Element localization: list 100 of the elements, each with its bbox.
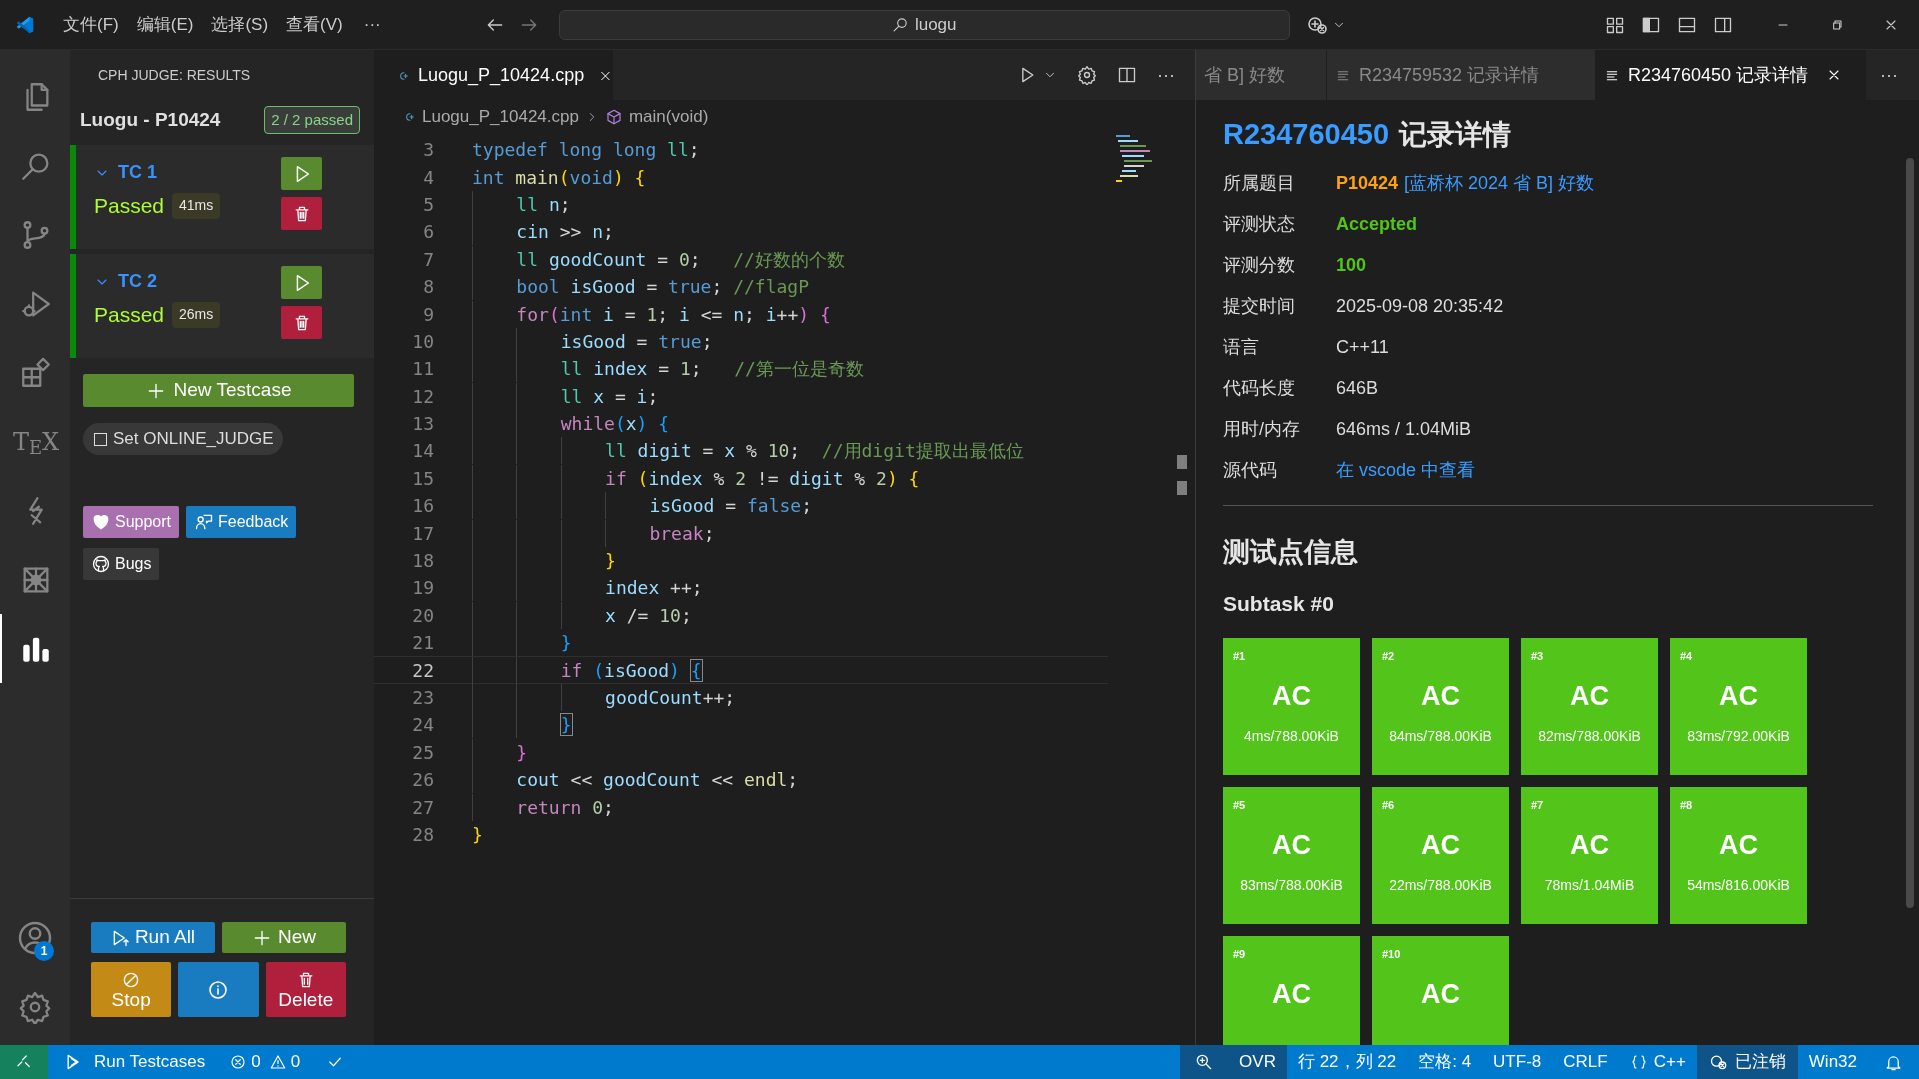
online-judge-toggle[interactable]: Set ONLINE_JUDGE xyxy=(83,423,283,455)
menu-item[interactable]: 文件(F) xyxy=(54,11,128,38)
status-item[interactable]: 空格: 4 xyxy=(1407,1045,1483,1079)
field-label: 代码长度 xyxy=(1223,376,1296,400)
case-number: #5 xyxy=(1233,797,1246,812)
gear-icon[interactable] xyxy=(1077,65,1097,85)
feedback-button[interactable]: Feedback xyxy=(186,506,297,538)
extensions-icon[interactable] xyxy=(19,355,53,390)
field-label: 源代码 xyxy=(1223,458,1278,482)
testcase-result-card[interactable]: #9 AC xyxy=(1223,935,1360,1045)
source-link[interactable]: 在 vscode 中查看 xyxy=(1336,456,1476,484)
field-label: 语言 xyxy=(1223,335,1260,359)
notification-badge: 1 xyxy=(34,941,54,961)
code-line: bool isGood = true; //flagP xyxy=(472,273,809,301)
support-button[interactable]: Support xyxy=(83,506,180,538)
status-item[interactable]: Win32 xyxy=(1797,1045,1868,1079)
code-line: int main(void) { xyxy=(472,165,646,190)
menu-item[interactable]: 查看(V) xyxy=(277,11,352,38)
tex-icon[interactable]: T$_{E}$X xyxy=(12,423,60,460)
preview-tab[interactable]: R234760450 记录详情 xyxy=(1596,50,1866,100)
checkbox-label[interactable]: Set ONLINE_JUDGE xyxy=(113,426,274,452)
split-editor-icon[interactable] xyxy=(1117,65,1137,85)
code-line: } xyxy=(472,738,528,766)
case-number: #9 xyxy=(1233,946,1246,961)
menu-item[interactable]: 选择(S) xyxy=(202,11,278,38)
preview-tab[interactable]: 省 B] 好数 xyxy=(1196,50,1327,100)
problems-button[interactable]: 0 0 xyxy=(229,1049,301,1075)
code-line: if (isGood) { xyxy=(472,656,702,684)
line-number: 13 xyxy=(411,412,434,437)
code-line: ll n; xyxy=(472,190,571,218)
status-item[interactable]: OVR xyxy=(1228,1045,1287,1079)
code-line: ll goodCount = 0; //好数的个数 xyxy=(472,245,845,273)
stop-button[interactable]: Stop xyxy=(91,962,172,1017)
case-verdict: AC xyxy=(1719,829,1758,860)
new-button[interactable]: New xyxy=(222,922,346,953)
search-field[interactable]: luogu xyxy=(558,9,1290,40)
testcase-name[interactable]: TC 2 xyxy=(118,268,157,295)
case-number: #2 xyxy=(1382,648,1395,663)
testcase-result-card[interactable]: #2 AC 84ms/788.00KiB xyxy=(1372,637,1509,775)
field-value: 646ms / 1.04MiB xyxy=(1336,417,1472,441)
run-button[interactable] xyxy=(281,157,322,190)
case-number: #4 xyxy=(1680,648,1693,663)
case-verdict: AC xyxy=(1421,680,1460,711)
field-label: 用时/内存 xyxy=(1223,417,1301,441)
testcase-result-card[interactable]: #6 AC 22ms/788.00KiB xyxy=(1372,786,1509,924)
account-icon[interactable] xyxy=(17,919,53,956)
error-icon xyxy=(229,1053,248,1071)
line-number: 11 xyxy=(411,357,434,382)
case-number: #10 xyxy=(1382,946,1401,961)
preview-tab[interactable]: R234759532 记录详情 xyxy=(1327,50,1596,100)
section-heading: 测试点信息 xyxy=(1223,535,1359,569)
status-item[interactable]: 行 22，列 22 xyxy=(1286,1045,1408,1079)
checkbox[interactable] xyxy=(94,432,107,446)
line-number: 6 xyxy=(422,220,434,245)
testcase-result-card[interactable]: #10 AC xyxy=(1372,935,1509,1045)
more-actions[interactable]: ··· xyxy=(1880,61,1898,89)
breadcrumb-item[interactable]: Luogu_P_10424.cpp xyxy=(422,103,579,130)
more-actions[interactable]: ··· xyxy=(1157,61,1175,89)
scrollbar[interactable] xyxy=(1177,455,1187,495)
bugs-button[interactable]: Bugs xyxy=(83,548,160,580)
delete-button[interactable]: Delete xyxy=(265,962,346,1017)
testcase-name[interactable]: TC 1 xyxy=(118,159,157,186)
panel-title: CPH JUDGE: RESULTS xyxy=(97,65,252,85)
breadcrumb-item[interactable]: main(void) xyxy=(628,103,709,130)
run-all-button[interactable]: Run All xyxy=(91,922,215,953)
testcase-result-card[interactable]: #8 AC 54ms/816.00KiB xyxy=(1670,786,1807,924)
delete-button[interactable] xyxy=(281,306,322,339)
status-item[interactable]: CRLF xyxy=(1552,1045,1619,1079)
line-number: 28 xyxy=(411,822,434,847)
run-button[interactable] xyxy=(281,266,322,299)
zoom-button[interactable] xyxy=(1180,1045,1229,1079)
problem-link[interactable]: [蓝桥杯 2024 省 B] 好数 xyxy=(1404,169,1595,197)
new-testcase-button[interactable]: New Testcase xyxy=(83,374,354,407)
testcase-result-card[interactable]: #5 AC 83ms/788.00KiB xyxy=(1223,786,1360,924)
case-detail: 4ms/788.00KiB xyxy=(1244,727,1339,744)
testcase-result-card[interactable]: #4 AC 83ms/792.00KiB xyxy=(1670,637,1807,775)
testcase-result-card[interactable]: #3 AC 82ms/788.00KiB xyxy=(1521,637,1658,775)
settings-icon[interactable] xyxy=(18,989,52,1024)
time-badge: 41ms xyxy=(172,192,221,219)
language-button[interactable]: C++ xyxy=(1618,1045,1697,1079)
line-number: 4 xyxy=(422,165,434,190)
account-button[interactable]: 已注销 xyxy=(1696,1045,1798,1079)
code-line: x /= 10; xyxy=(472,601,692,629)
menu-item[interactable]: 编辑(E) xyxy=(127,11,203,38)
delete-button[interactable] xyxy=(281,197,322,230)
problem-id[interactable]: P10424 xyxy=(1336,169,1399,197)
passed-summary: 2 / 2 passed xyxy=(264,106,360,134)
testcase-result-card[interactable]: #7 AC 78ms/1.04MiB xyxy=(1521,786,1658,924)
testcase-result-card[interactable]: #1 AC 4ms/788.00KiB xyxy=(1223,637,1360,775)
warning-icon xyxy=(268,1053,287,1071)
case-detail: 83ms/788.00KiB xyxy=(1240,876,1343,893)
search-icon xyxy=(891,16,909,33)
line-number: 24 xyxy=(411,713,434,738)
more-menu[interactable]: ··· xyxy=(351,11,393,38)
line-number: 8 xyxy=(422,275,434,300)
heart-icon xyxy=(91,512,111,532)
scrollbar[interactable] xyxy=(1906,158,1914,908)
run-testcases-button[interactable]: Run Testcases xyxy=(62,1049,208,1075)
editor-tab[interactable]: Luogu_P_10424.cpp xyxy=(374,50,613,100)
status-item[interactable]: UTF-8 xyxy=(1482,1045,1553,1079)
